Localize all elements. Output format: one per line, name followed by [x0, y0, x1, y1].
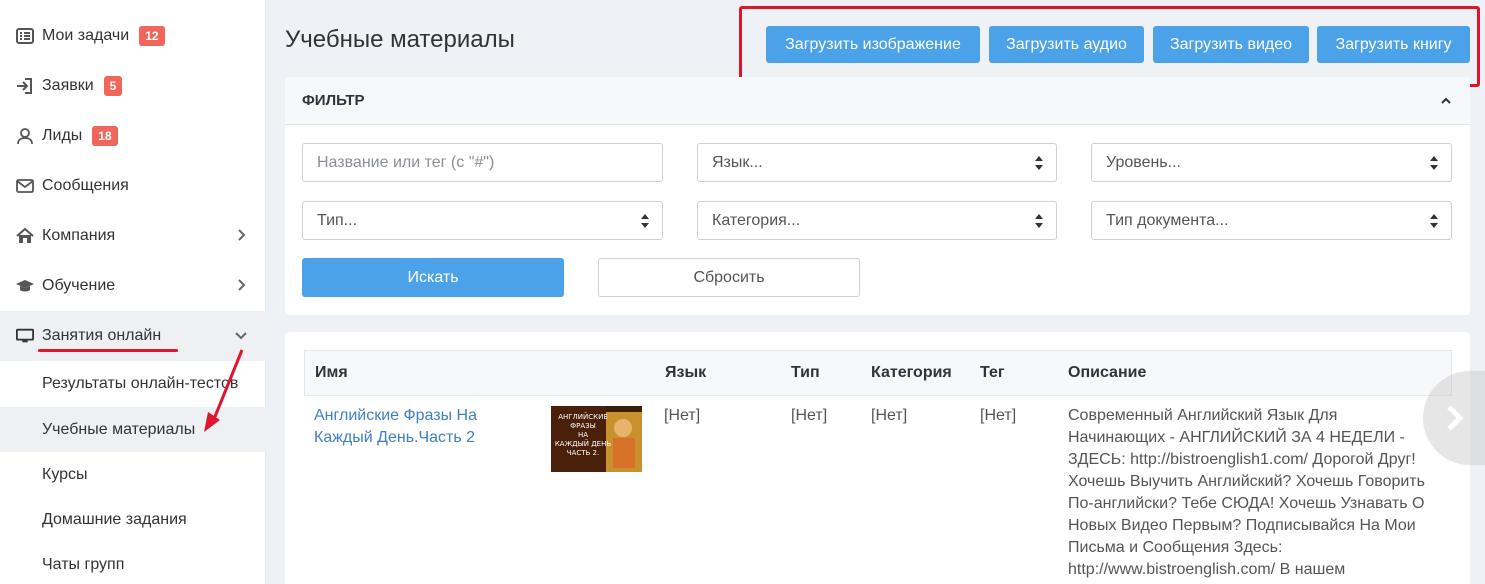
- upload-book-button[interactable]: Загрузить книгу: [1317, 26, 1470, 63]
- level-select[interactable]: Уровень...: [1091, 143, 1452, 182]
- column-header-name[interactable]: Имя: [315, 364, 348, 382]
- select-arrows-icon: [641, 214, 649, 228]
- type-select[interactable]: Тип...: [302, 201, 663, 240]
- sidebar-item-education[interactable]: Обучение: [0, 261, 266, 311]
- sidebar-item-label: Сообщения: [42, 177, 129, 194]
- document-type-select[interactable]: Тип документа...: [1091, 201, 1452, 240]
- description-line: Новых Видео Первым? Подписывайся На Мои: [1068, 517, 1416, 534]
- upload-image-button[interactable]: Загрузить изображение: [766, 26, 980, 63]
- category-select[interactable]: Категория...: [697, 201, 1057, 240]
- sidebar-subitem-homework[interactable]: Домашние задания: [0, 497, 266, 542]
- chevron-right-icon: [1447, 405, 1464, 431]
- count-badge: 5: [103, 76, 123, 96]
- sidebar-subitem-group-chats[interactable]: Чаты групп: [0, 542, 266, 584]
- annotation-underline: [38, 349, 178, 352]
- page-title: Учебные материалы: [285, 26, 515, 53]
- description-line: Письма и Сообщения Здесь:: [1068, 539, 1283, 556]
- cell-category: [Нет]: [871, 407, 908, 424]
- sidebar-item-label: Лиды: [42, 127, 83, 144]
- sidebar-item-leads[interactable]: Лиды 18: [0, 111, 266, 161]
- column-header-language[interactable]: Язык: [665, 364, 706, 382]
- table-header: Имя Язык Тип Категория Тег Описание: [304, 350, 1452, 396]
- material-name-line: Каждый День.Часть 2: [314, 429, 476, 446]
- sidebar-item-my-tasks[interactable]: Мои задачи 12: [0, 11, 266, 61]
- select-arrows-icon: [1430, 156, 1438, 170]
- description-line: ЗДЕСЬ: http://bistroenglish1.com/ Дорого…: [1068, 451, 1416, 468]
- sidebar-item-label: Заявки: [42, 77, 94, 94]
- sidebar-subitem-label: Курсы: [42, 465, 88, 483]
- search-button[interactable]: Искать: [302, 258, 564, 297]
- material-name-link[interactable]: Английские Фразы На Каждый День.Часть 2: [314, 405, 477, 449]
- material-name-line: Английские Фразы На: [314, 407, 477, 424]
- sidebar-item-requests[interactable]: Заявки 5: [0, 61, 266, 111]
- search-input[interactable]: Название или тег (с "#"): [302, 143, 663, 182]
- select-arrows-icon: [1035, 214, 1043, 228]
- description-line: По-английски? Тебе СЮДА! Хочешь Узнавать…: [1068, 495, 1425, 512]
- description-line: http://www.bistroenglish.com/ В нашем: [1068, 561, 1346, 578]
- level-select-value: Уровень...: [1106, 153, 1181, 171]
- thumbnail-caption-line: ЧАСТЬ 2.: [566, 449, 600, 457]
- sidebar-item-label: Мои задачи: [42, 27, 130, 44]
- filter-title: ФИЛЬТР: [302, 92, 365, 109]
- upload-video-button[interactable]: Загрузить видео: [1153, 26, 1309, 63]
- tasks-list-icon: [14, 25, 36, 47]
- sign-in-icon: [14, 75, 36, 97]
- monitor-icon: [14, 325, 36, 347]
- envelope-icon: [14, 175, 36, 197]
- count-badge: 18: [92, 126, 118, 146]
- sidebar-item-messages[interactable]: Сообщения: [0, 161, 266, 211]
- video-thumbnail[interactable]: АНГЛИЙСКИЕ ФРАЗЫ НА КАЖДЫЙ ДЕНЬ ЧАСТЬ 2.: [551, 406, 642, 472]
- home-icon: [14, 225, 36, 247]
- sidebar-item-label: Обучение: [42, 277, 116, 294]
- cell-type: [Нет]: [791, 407, 828, 424]
- count-badge: 12: [139, 26, 165, 46]
- thumbnail-caption: АНГЛИЙСКИЕ ФРАЗЫ НА КАЖДЫЙ ДЕНЬ ЧАСТЬ 2.: [553, 413, 613, 458]
- language-select-value: Язык...: [712, 153, 763, 171]
- sidebar-subitem-label: Домашние задания: [42, 510, 187, 528]
- thumbnail-caption-line: ФРАЗЫ: [570, 422, 596, 430]
- sidebar-subitem-label: Учебные материалы: [42, 420, 196, 438]
- sidebar-subitem-label: Чаты групп: [42, 555, 125, 573]
- language-select[interactable]: Язык...: [697, 143, 1057, 182]
- chevron-up-icon[interactable]: [1440, 95, 1452, 107]
- sidebar: Мои задачи 12 Заявки 5 Лиды 18 Сообщения…: [0, 0, 266, 584]
- sidebar-item-label: Компания: [42, 227, 116, 244]
- thumbnail-caption-line: НА: [577, 431, 589, 439]
- chevron-right-icon: [238, 229, 246, 241]
- cell-language: [Нет]: [664, 407, 701, 424]
- description-line: Начинающих - АНГЛИЙСКИЙ ЗА 4 НЕДЕЛИ -: [1068, 429, 1405, 446]
- document-type-select-value: Тип документа...: [1106, 211, 1229, 229]
- graduation-cap-icon: [14, 275, 36, 297]
- column-header-tag[interactable]: Тег: [980, 364, 1005, 382]
- sidebar-item-company[interactable]: Компания: [0, 211, 266, 261]
- reset-button[interactable]: Сбросить: [598, 258, 860, 297]
- column-header-description[interactable]: Описание: [1068, 364, 1146, 382]
- thumbnail-caption-line: АНГЛИЙСКИЕ: [558, 413, 608, 421]
- description-line: Хочешь Выучить Английский? Хочешь Говори…: [1068, 473, 1425, 490]
- sidebar-item-label: Занятия онлайн: [42, 327, 162, 344]
- user-icon: [14, 125, 36, 147]
- select-arrows-icon: [1430, 214, 1438, 228]
- filter-header[interactable]: ФИЛЬТР: [285, 77, 1470, 125]
- category-select-value: Категория...: [712, 211, 801, 229]
- column-header-category[interactable]: Категория: [871, 364, 952, 382]
- annotation-arrow: [204, 349, 244, 432]
- upload-audio-button[interactable]: Загрузить аудио: [989, 26, 1144, 63]
- cell-description: Современный Английский Язык Для Начинающ…: [1068, 405, 1448, 581]
- thumbnail-caption-line: КАЖДЫЙ ДЕНЬ: [554, 440, 612, 448]
- column-header-type[interactable]: Тип: [791, 364, 820, 382]
- cell-tag: [Нет]: [980, 407, 1017, 424]
- description-line: Современный Английский Язык Для: [1068, 407, 1338, 424]
- chevron-down-icon: [235, 332, 247, 340]
- type-select-value: Тип...: [317, 211, 358, 229]
- sidebar-subitem-courses[interactable]: Курсы: [0, 452, 266, 497]
- chevron-right-icon: [238, 279, 246, 291]
- select-arrows-icon: [1035, 156, 1043, 170]
